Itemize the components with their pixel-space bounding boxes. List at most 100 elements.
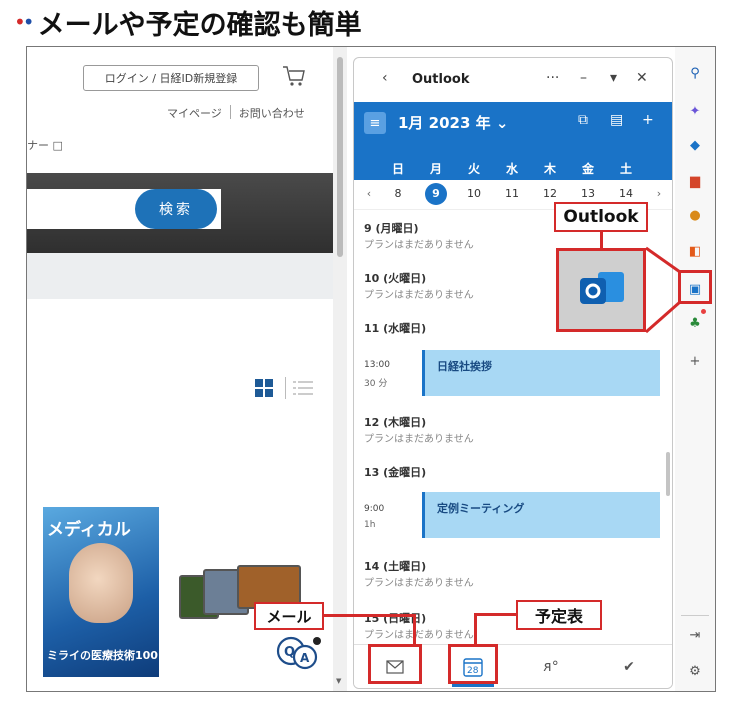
heading-title: メールや予定の確認も簡単	[37, 9, 362, 41]
back-icon[interactable]: ‹	[382, 70, 388, 86]
qa-icon[interactable]: Q A	[273, 635, 321, 673]
search-icon[interactable]: ⚲	[685, 63, 705, 83]
screenshot-root: •• メールや予定の確認も簡単 ログイン / 日経ID新規登録 マイページ お問…	[0, 0, 738, 707]
callout-mail: メール	[254, 602, 324, 630]
account-links: マイページ お問い合わせ	[167, 105, 305, 121]
scroll-down-arrow[interactable]: ▼	[336, 677, 341, 685]
weekday-label: 金	[581, 162, 594, 176]
date-cell[interactable]: 8	[387, 187, 409, 200]
hamburger-icon[interactable]: ≡	[364, 112, 386, 134]
open-window-icon[interactable]: ⧉	[578, 112, 588, 128]
date-cell[interactable]: 12	[539, 187, 561, 200]
zoom-connector-lines	[645, 246, 681, 334]
panel-scrollbar-thumb[interactable]	[666, 452, 670, 496]
no-plans-text: プランはまだありません	[364, 290, 474, 301]
event-card[interactable]: 定例ミーティング	[422, 492, 660, 538]
nav-stub[interactable]: ナー □	[27, 137, 63, 153]
contact-link[interactable]: お問い合わせ	[239, 105, 305, 121]
browser-window: ログイン / 日経ID新規登録 マイページ お問い合わせ ナー □ 検索 メディ…	[26, 46, 716, 692]
external-window-icon: □	[52, 139, 63, 152]
sidebar-divider	[681, 615, 709, 616]
day-header: 13 (金曜日)	[364, 466, 427, 479]
event-time: 13:00	[364, 360, 390, 370]
gear-icon[interactable]: ⚙	[685, 661, 705, 681]
heading-bullets: ••	[14, 10, 35, 34]
calendar-tab-highlight	[448, 644, 498, 684]
login-button[interactable]: ログイン / 日経ID新規登録	[83, 65, 259, 91]
new-event-icon[interactable]: +	[642, 112, 654, 128]
date-cell[interactable]: 11	[501, 187, 523, 200]
next-week-icon[interactable]: ›	[648, 187, 670, 200]
minimize-icon[interactable]: –	[580, 70, 587, 86]
month-selector[interactable]: 1月 2023 年 ⌄	[398, 112, 508, 133]
agenda-icon[interactable]: ▤	[610, 112, 623, 128]
panel-titlebar: ‹ Outlook ··· – ▾ ✕	[354, 58, 672, 102]
people-icon[interactable]: ●	[685, 205, 705, 225]
date-cell[interactable]: 10	[463, 187, 485, 200]
no-plans-text: プランはまだありません	[364, 434, 474, 445]
weekday-label: 日	[391, 162, 404, 176]
calendar-connector	[474, 613, 518, 616]
day-header: 15 (日曜日)	[364, 612, 427, 625]
page-scrollbar[interactable]: ▼	[333, 47, 347, 691]
search-button[interactable]: 検索	[135, 189, 217, 229]
date-cell[interactable]: 14	[615, 187, 637, 200]
callout-connector	[600, 230, 603, 250]
callout-calendar: 予定表	[516, 600, 602, 630]
tree-icon[interactable]: ♣	[685, 313, 705, 333]
scrollbar-thumb[interactable]	[337, 57, 343, 257]
day-header: 9 (月曜日)	[364, 222, 419, 235]
people-icon[interactable]: ᴙ°	[536, 653, 566, 681]
event-duration: 1h	[364, 520, 376, 530]
weekday-label: 土	[619, 162, 632, 176]
edge-sidebar: ⚲ ✦ ◆ ▆ ● ◧ ▣ ♣ + ⇥ ⚙	[675, 47, 715, 691]
mail-tab-highlight	[368, 644, 422, 684]
mypage-link[interactable]: マイページ	[167, 105, 222, 121]
web-page: ログイン / 日経ID新規登録 マイページ お問い合わせ ナー □ 検索 メディ…	[27, 47, 333, 691]
todo-icon[interactable]: ✔	[614, 653, 644, 681]
mail-connector	[322, 614, 416, 617]
magazine-cover[interactable]: メディカル ミライの医療技術100	[43, 507, 159, 677]
view-divider	[285, 377, 286, 399]
no-plans-text: プランはまだありません	[364, 578, 474, 589]
date-cell[interactable]: 13	[577, 187, 599, 200]
svg-text:A: A	[300, 651, 310, 665]
mail-connector-down	[413, 614, 416, 646]
day-header: 10 (火曜日)	[364, 272, 427, 285]
event-time: 9:00	[364, 504, 385, 514]
calendar-header: ≡ 1月 2023 年 ⌄ ⧉ ▤ +	[354, 102, 672, 158]
day-header: 11 (水曜日)	[364, 322, 427, 335]
pin-icon[interactable]: ▾	[610, 70, 617, 86]
no-plans-text: プランはまだありません	[364, 630, 474, 641]
active-tab-indicator	[452, 684, 494, 687]
weekday-label: 木	[543, 162, 556, 176]
outlook-zoom-frame	[556, 248, 646, 332]
close-icon[interactable]: ✕	[636, 70, 648, 86]
weekday-label: 月	[429, 162, 442, 176]
cover-face	[69, 543, 133, 623]
weekday-label: 水	[505, 162, 518, 176]
list-view-icon[interactable]	[293, 379, 313, 397]
event-duration: 30 分	[364, 379, 388, 389]
tag-icon[interactable]: ◆	[685, 135, 705, 155]
event-title: 定例ミーティング	[437, 502, 525, 515]
no-plans-text: プランはまだありません	[364, 240, 474, 251]
weekday-label: 火	[467, 162, 480, 176]
prev-week-icon[interactable]: ‹	[358, 187, 380, 200]
hide-sidebar-icon[interactable]: ⇥	[685, 625, 705, 645]
date-cell-selected[interactable]: 9	[425, 183, 447, 205]
toolbox-icon[interactable]: ▆	[685, 171, 705, 191]
event-card[interactable]: 日経社挨拶	[422, 350, 660, 396]
weekday-row: 日 月 火 水 木 金 土	[354, 158, 672, 180]
callout-outlook: Outlook	[554, 202, 648, 232]
add-icon[interactable]: +	[685, 351, 705, 371]
grid-view-icon[interactable]	[255, 379, 273, 397]
copilot-icon[interactable]: ✦	[685, 101, 705, 121]
magazine-title: メディカル	[47, 520, 131, 540]
more-icon[interactable]: ···	[546, 70, 559, 86]
cart-icon[interactable]	[281, 63, 307, 89]
office-icon[interactable]: ◧	[685, 241, 705, 261]
event-title: 日経社挨拶	[437, 360, 492, 373]
magazine-footer: ミライの医療技術100	[47, 649, 158, 662]
panel-title: Outlook	[412, 72, 470, 87]
